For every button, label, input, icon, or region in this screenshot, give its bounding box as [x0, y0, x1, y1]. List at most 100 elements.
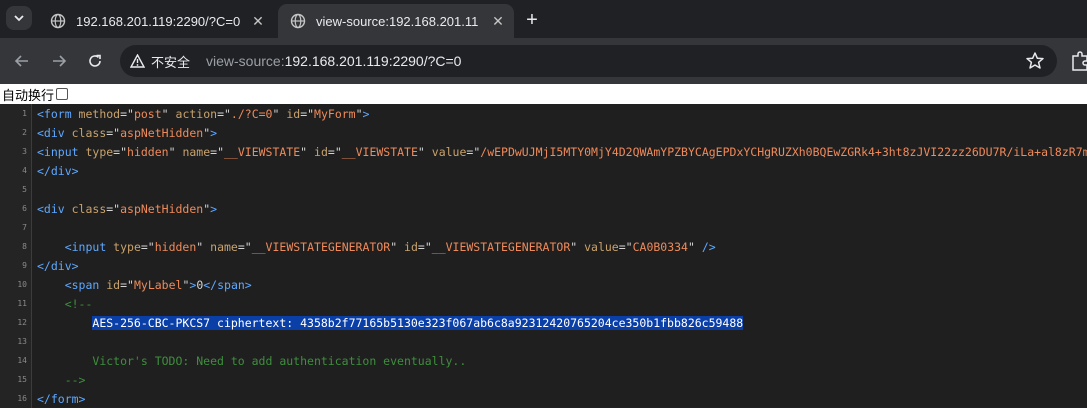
tab-ip-page[interactable]: 192.168.201.119:2290/?C=0 ✕ — [38, 4, 274, 38]
selected-text: AES-256-CBC-PKCS7 ciphertext: 4358b2f771… — [92, 315, 744, 330]
code-token: " — [196, 239, 211, 254]
code-token: type — [113, 239, 141, 254]
navigation-toolbar: 不安全 view-source:192.168.201.119:2290/?C=… — [0, 38, 1087, 84]
code-token: =" — [106, 201, 121, 216]
code-token: MyLabel — [133, 277, 183, 292]
source-line: 5 — [0, 180, 1087, 199]
code-token: aspNetHidden — [120, 201, 204, 216]
line-number: 4 — [0, 161, 32, 180]
code-token: =" — [327, 144, 342, 159]
tab-title: 192.168.201.119:2290/?C=0 — [76, 13, 241, 29]
code-token: /> — [701, 239, 716, 254]
line-number: 3 — [0, 142, 32, 161]
reload-button[interactable] — [83, 49, 107, 73]
source-line: 1 <form method="post" action="./?C=0" id=… — [0, 104, 1087, 123]
code-token: =" — [300, 106, 315, 121]
forward-button[interactable] — [47, 49, 71, 73]
new-tab-button[interactable]: + — [520, 8, 544, 32]
source-line: 12 AES-256-CBC-PKCS7 ciphertext: 4358b2f… — [0, 313, 1087, 332]
code-token: " — [161, 106, 176, 121]
code-token: " — [272, 106, 287, 121]
code-token: hidden — [154, 239, 197, 254]
code-token: aspNetHidden — [120, 125, 204, 140]
line-number: 14 — [0, 351, 32, 370]
security-chip[interactable]: 不安全 — [130, 52, 190, 71]
line-code: Victor's TODO: Need to add authenticatio… — [32, 354, 466, 368]
tab-strip: 192.168.201.119:2290/?C=0 ✕ view-source:… — [0, 0, 1087, 38]
code-token: " — [355, 106, 363, 121]
code-token: class — [71, 201, 107, 216]
extensions-icon[interactable] — [1071, 50, 1087, 72]
line-number: 8 — [0, 237, 32, 256]
code-token: <div — [37, 201, 72, 216]
code-token: <form — [37, 106, 79, 121]
line-number: 6 — [0, 199, 32, 218]
code-token: <span — [64, 277, 107, 292]
code-token: post — [133, 106, 162, 121]
line-number: 11 — [0, 294, 32, 313]
line-number: 13 — [0, 332, 32, 351]
code-token: =" — [618, 239, 633, 254]
line-number: 9 — [0, 256, 32, 275]
globe-icon — [290, 13, 306, 29]
code-token: action — [175, 106, 218, 121]
code-token: type — [85, 144, 114, 159]
globe-icon — [50, 13, 66, 29]
code-token: class — [71, 125, 107, 140]
code-token: " — [417, 144, 432, 159]
line-code: <input type="hidden" name="__VIEWSTATE" … — [32, 145, 1087, 159]
close-tab-icon[interactable]: ✕ — [488, 11, 508, 31]
source-line: 9 </div> — [0, 256, 1087, 275]
bookmark-star-icon[interactable] — [1025, 51, 1045, 71]
line-code: <div class="aspNetHidden"> — [32, 126, 217, 140]
code-token: </div> — [37, 258, 79, 273]
url-text[interactable]: view-source:192.168.201.119:2290/?C=0 — [206, 53, 461, 69]
line-code: <div class="aspNetHidden"> — [32, 202, 217, 216]
source-line: 6 <div class="aspNetHidden"> — [0, 199, 1087, 218]
code-token: =" — [466, 144, 481, 159]
code-token: /wEPDwUJMjI5MTY0MjY4D2QWAmYPZBYCAgEPDxYC… — [480, 144, 1087, 159]
code-token: Victor's TODO: Need to add authenticatio… — [92, 353, 467, 368]
code-token: value — [431, 144, 467, 159]
code-token: =" — [210, 144, 224, 159]
code-token: name — [210, 239, 238, 254]
line-wrap-checkbox[interactable] — [56, 88, 69, 100]
source-line: 11 <!-- — [0, 294, 1087, 313]
address-bar[interactable]: 不安全 view-source:192.168.201.119:2290/?C=… — [120, 45, 1057, 77]
code-token: =" — [120, 106, 134, 121]
tab-view-source[interactable]: view-source:192.168.201.11 ✕ — [278, 4, 514, 38]
back-button[interactable] — [10, 49, 34, 73]
code-token: value — [584, 239, 619, 254]
code-token: " — [168, 144, 183, 159]
code-token: =" — [217, 106, 231, 121]
source-code-view: 1 <form method="post" action="./?C=0" id=… — [0, 104, 1087, 408]
line-code: <span id="MyLabel">0</span> — [32, 278, 252, 292]
line-number: 1 — [0, 104, 32, 123]
code-token: <input — [37, 144, 86, 159]
line-code: <form method="post" action="./?C=0" id="… — [32, 107, 369, 121]
code-token: " — [570, 239, 585, 254]
code-token: MyForm — [314, 106, 356, 121]
code-token: </form> — [37, 391, 86, 406]
line-number: 5 — [0, 180, 32, 199]
code-token: </span> — [203, 277, 252, 292]
line-wrap-bar: 自动换行 — [0, 84, 1087, 104]
source-line: 13 — [0, 332, 1087, 351]
arrow-left-icon — [14, 55, 28, 67]
source-line: 8 <input type="hidden" name="__VIEWSTATE… — [0, 237, 1087, 256]
line-number: 12 — [0, 313, 32, 332]
arrow-right-icon — [53, 55, 67, 67]
tab-search-button[interactable] — [6, 6, 32, 30]
code-token: method — [78, 106, 121, 121]
code-token: __VIEWSTATE — [341, 144, 418, 159]
code-token: CA0B0334 — [632, 239, 688, 254]
line-code: <input type="hidden" name="__VIEWSTATEGE… — [32, 240, 716, 254]
code-token: __VIEWSTATEGENERATOR — [431, 239, 571, 254]
code-token: =" — [417, 239, 432, 254]
close-tab-icon[interactable]: ✕ — [248, 11, 268, 31]
code-token: __VIEWSTATEGENERATOR — [251, 239, 391, 254]
tab-title: view-source:192.168.201.11 — [316, 13, 479, 29]
